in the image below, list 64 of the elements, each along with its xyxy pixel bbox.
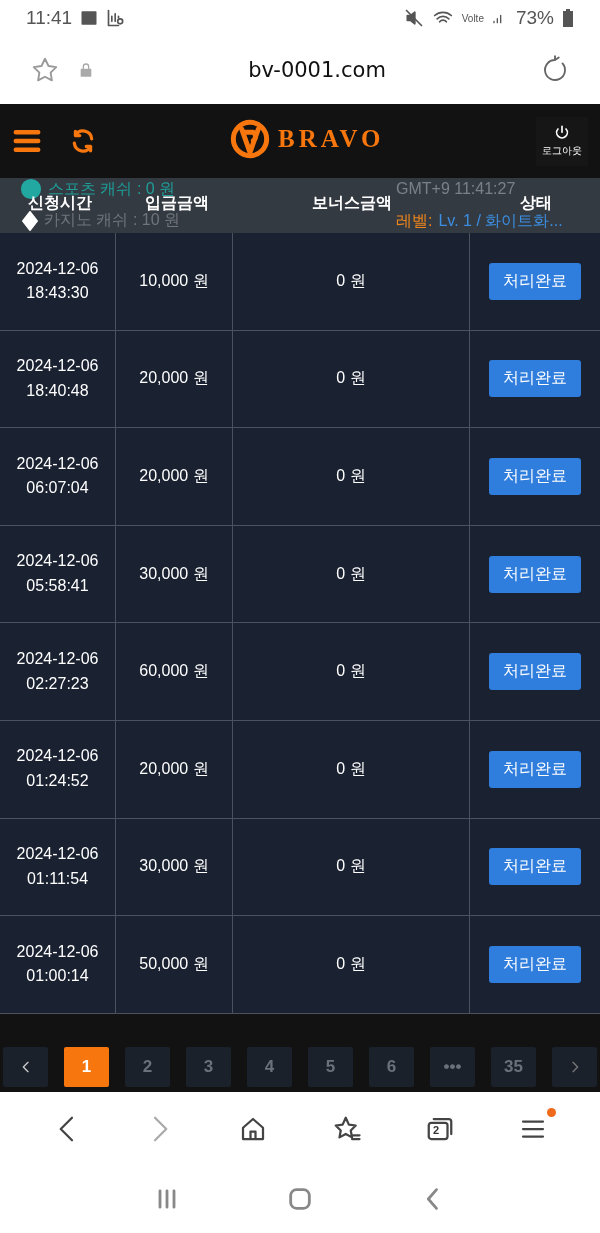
level-label: 레벨:: [396, 211, 433, 231]
battery-icon: [562, 8, 574, 28]
table-cell: 2024-12-06 01:11:54: [0, 818, 116, 917]
battery-percent: 73%: [515, 7, 554, 29]
diamond-icon: [22, 210, 38, 231]
status-button[interactable]: 처리완료: [489, 458, 581, 495]
page-button[interactable]: •••: [430, 1047, 475, 1087]
brand-name: BRAVO: [278, 125, 385, 153]
column-header: 보너스금액: [312, 193, 392, 213]
status-button[interactable]: 처리완료: [489, 848, 581, 886]
server-time: GMT+9 11:41:27: [396, 180, 516, 198]
logout-button[interactable]: 로그아웃: [536, 116, 588, 166]
table-cell: 0 원: [233, 428, 470, 526]
status-button[interactable]: 처리완료: [489, 653, 581, 691]
refresh-icon[interactable]: [70, 128, 96, 154]
lock-icon: [78, 61, 94, 79]
column-header: 입금금액: [145, 194, 209, 213]
page-button[interactable]: 6: [369, 1047, 414, 1087]
table-cell: 0 원: [233, 525, 470, 624]
table-cell: 20,000 원: [116, 428, 233, 526]
table-cell: 0 원: [233, 916, 470, 1014]
table-cell: 20,000 원: [116, 330, 233, 429]
table-cell: 0 원: [233, 330, 470, 429]
table-cell: 0 원: [233, 818, 470, 917]
table-cell: 50,000 원: [116, 916, 233, 1014]
table-cell: 20,000 원: [116, 720, 233, 819]
volte-label: Volte: [461, 12, 484, 24]
column-header: 신청시간: [28, 194, 92, 213]
table-cell: 2024-12-06 18:40:48: [0, 330, 116, 429]
table-cell: 30,000 원: [116, 818, 233, 917]
table-cell: 2024-12-06 02:27:23: [0, 623, 116, 721]
power-icon: [554, 124, 570, 141]
table-cell: 0 원: [233, 233, 470, 331]
mute-icon: [403, 8, 424, 28]
casino-cash: 카지노 캐쉬 : 10 원: [44, 211, 181, 230]
table-cell: 0 원: [233, 720, 470, 819]
logo-icon: [230, 118, 270, 160]
status-button[interactable]: 처리완료: [489, 750, 581, 788]
status-button[interactable]: 처리완료: [489, 555, 581, 593]
page-button[interactable]: 2: [125, 1047, 170, 1087]
table-cell: 2024-12-06 01:24:52: [0, 720, 116, 819]
status-button[interactable]: 처리완료: [489, 360, 581, 398]
level-value[interactable]: Lv. 1 / 화이트화...: [438, 211, 563, 232]
table-cell: 30,000 원: [116, 525, 233, 624]
clock-time: 11:41: [26, 7, 73, 29]
table-cell: 10,000 원: [116, 233, 233, 331]
tab-count: 2: [432, 1123, 440, 1136]
page-button[interactable]: 5: [308, 1047, 353, 1087]
column-header: 상태: [520, 193, 552, 213]
table-cell: 2024-12-06 18:43:30: [0, 233, 116, 331]
tabs-button[interactable]: 2: [424, 1113, 455, 1144]
table-cell: 2024-12-06 06:07:04: [0, 428, 116, 526]
url-text[interactable]: bv-0001.com: [112, 58, 522, 82]
table-cell: 60,000 원: [116, 623, 233, 721]
page-button[interactable]: 35: [491, 1047, 536, 1087]
home-button-icon[interactable]: [286, 1185, 314, 1213]
page-button[interactable]: 1: [64, 1047, 109, 1087]
table-cell: 0 원: [233, 623, 470, 721]
table-cell: 2024-12-06 05:58:41: [0, 525, 116, 624]
table-cell: 2024-12-06 01:00:14: [0, 916, 116, 1014]
page-button[interactable]: 4: [247, 1047, 292, 1087]
status-button[interactable]: 처리완료: [489, 945, 581, 983]
status-button[interactable]: 처리완료: [489, 262, 581, 300]
page-button[interactable]: 3: [186, 1047, 231, 1087]
